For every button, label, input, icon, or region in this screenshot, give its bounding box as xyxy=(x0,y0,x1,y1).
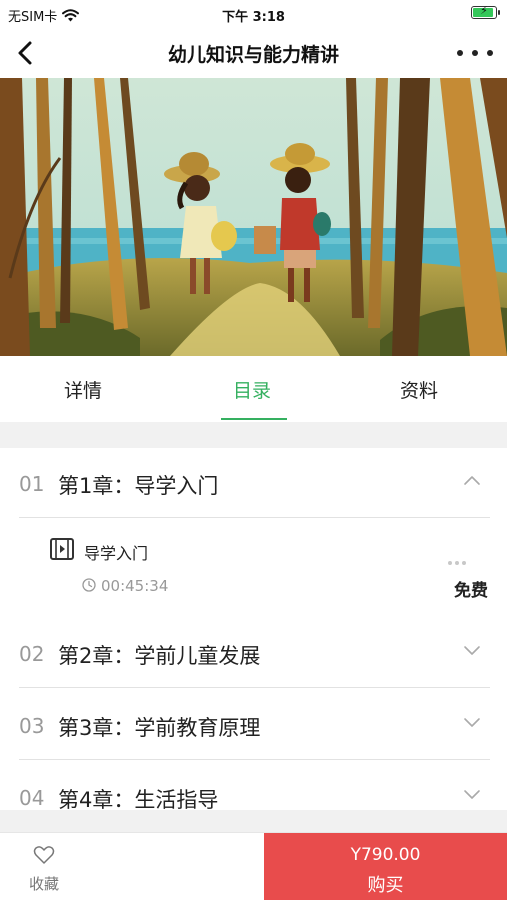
chapter-title: 第2章：学前儿童发展 xyxy=(58,644,261,668)
tab-catalog[interactable]: 目录 xyxy=(233,376,271,403)
tab-details[interactable]: 详情 xyxy=(64,376,102,403)
banner-illustration xyxy=(0,78,507,356)
heart-icon xyxy=(33,846,55,864)
lesson-duration: 00:45:34 xyxy=(101,577,169,595)
loading-dots-icon xyxy=(448,561,466,565)
lesson-title: 导学入门 xyxy=(84,544,149,563)
chapter-number: 01 xyxy=(19,472,45,496)
more-dots-icon xyxy=(487,50,493,56)
more-dots-icon xyxy=(457,50,463,56)
nav-bar: 幼儿知识与能力精讲 xyxy=(0,28,507,78)
chevron-down-icon[interactable] xyxy=(463,644,481,656)
section-spacer xyxy=(0,422,507,448)
free-badge: 免费 xyxy=(454,581,488,601)
chapter-title: 第3章：学前教育原理 xyxy=(58,716,261,740)
favorite-button[interactable]: 收藏 xyxy=(0,833,88,900)
chapter-title: 第1章：导学入门 xyxy=(58,474,219,498)
battery-icon: ⚡ xyxy=(471,4,500,19)
chapter-row-1[interactable]: 01 第1章：导学入门 xyxy=(0,448,507,518)
buy-button[interactable]: Y790.00 购买 xyxy=(264,833,507,900)
status-time: 下午 3:18 xyxy=(222,10,285,25)
video-icon xyxy=(50,538,74,560)
chevron-down-icon[interactable] xyxy=(463,788,481,800)
tab-materials[interactable]: 资料 xyxy=(400,376,438,403)
chapter-number: 03 xyxy=(19,714,45,738)
divider xyxy=(19,687,490,688)
page-title: 幼儿知识与能力精讲 xyxy=(167,44,339,66)
chapter-row-2[interactable]: 02 第2章：学前儿童发展 xyxy=(0,618,507,688)
favorite-label: 收藏 xyxy=(28,875,59,893)
chevron-down-icon[interactable] xyxy=(463,716,481,728)
more-dots-icon xyxy=(472,50,478,56)
lesson-item[interactable]: 导学入门 00:45:34 免费 xyxy=(0,520,507,616)
status-bar: 无SIM卡 下午 3:18 ⚡ xyxy=(0,0,507,28)
divider xyxy=(19,759,490,760)
buy-label: 购买 xyxy=(367,875,404,896)
chevron-up-icon[interactable] xyxy=(463,474,481,486)
chapter-title: 第4章：生活指导 xyxy=(58,788,219,810)
charging-bolt-icon: ⚡ xyxy=(480,4,488,17)
chapter-row-4[interactable]: 04 第4章：生活指导 xyxy=(0,762,507,810)
course-price: Y790.00 xyxy=(350,845,421,865)
tab-active-indicator xyxy=(221,418,287,420)
chapter-row-3[interactable]: 03 第3章：学前教育原理 xyxy=(0,690,507,760)
chapter-number: 02 xyxy=(19,642,45,666)
clock-icon xyxy=(82,578,96,592)
bottom-spacer xyxy=(0,810,507,832)
chapter-number: 04 xyxy=(19,786,45,810)
divider xyxy=(19,517,490,518)
course-banner-image xyxy=(0,78,507,356)
more-button[interactable] xyxy=(457,38,493,68)
tab-bar: 详情 目录 资料 xyxy=(0,356,507,422)
bottom-action-bar: 收藏 Y790.00 购买 xyxy=(0,832,507,900)
